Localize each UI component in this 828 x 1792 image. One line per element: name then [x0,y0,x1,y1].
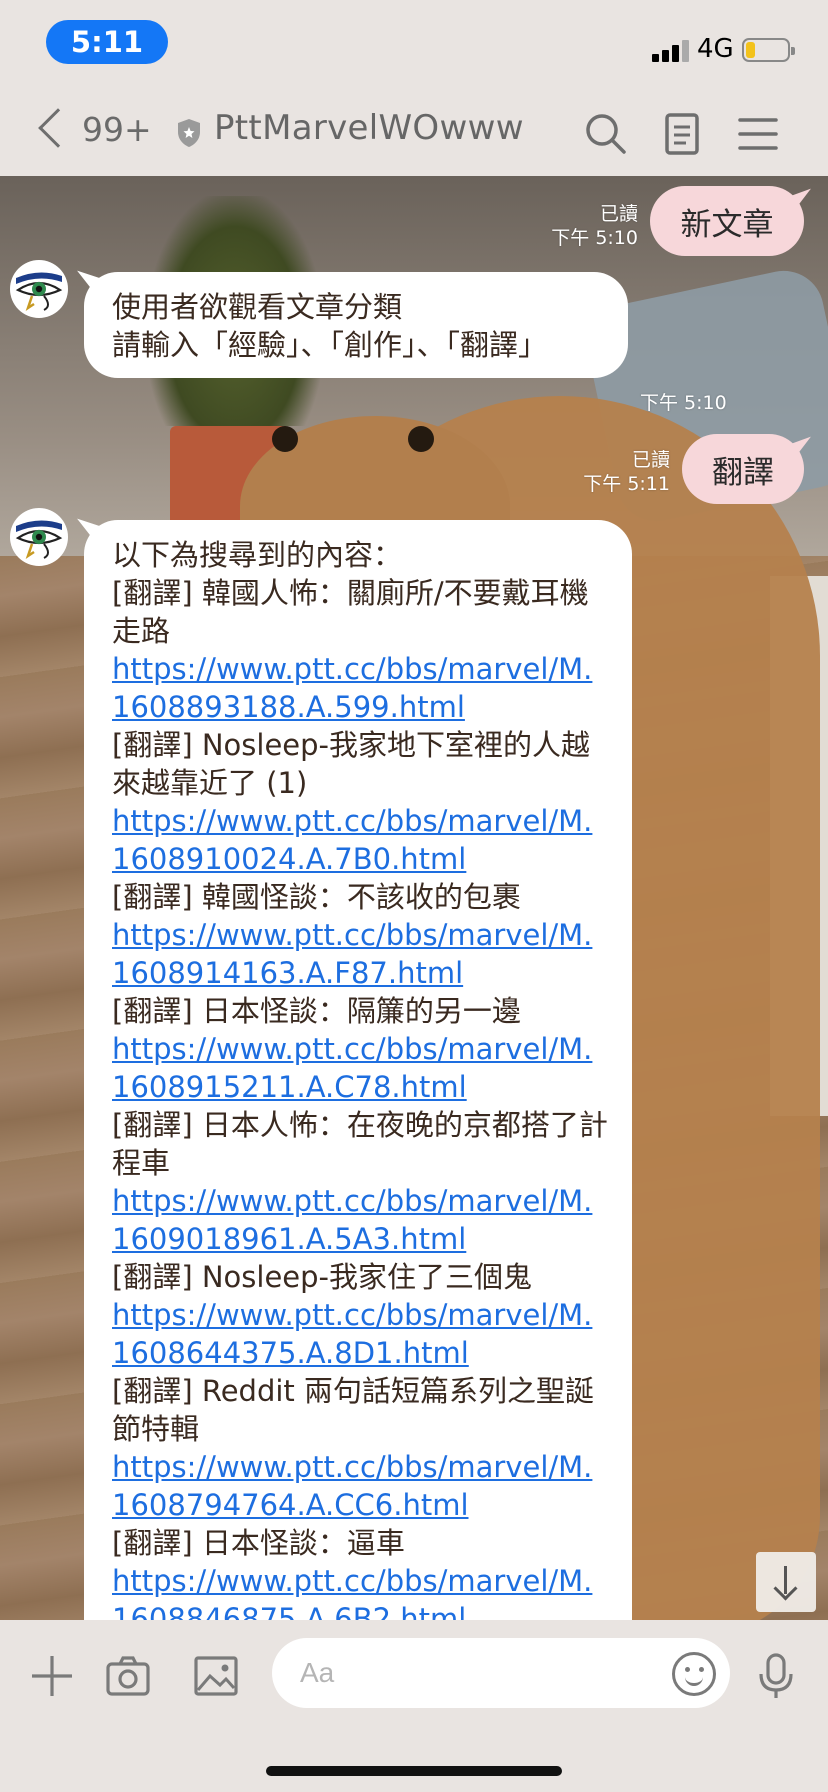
camera-icon[interactable] [104,1652,152,1700]
plus-icon[interactable] [28,1652,76,1700]
result-title: [翻譯] 韓國人怖：關廁所/不要戴耳機走路 [112,576,589,648]
result-link[interactable]: https://www.ptt.cc/bbs/marvel/M.16086443… [112,1296,608,1372]
network-type: 4G [697,34,734,64]
notes-icon[interactable] [658,110,706,158]
shield-icon [178,119,200,147]
result-title: [翻譯] 日本怪談：隔簾的另一邊 [112,994,521,1028]
result-title: [翻譯] 日本怪談：逼車 [112,1526,405,1560]
my-message-bubble[interactable]: 新文章 [650,186,804,256]
home-indicator[interactable] [266,1766,562,1776]
message-input-bar [0,1620,828,1792]
menu-icon[interactable] [734,110,782,158]
unread-count[interactable]: 99+ [82,110,152,149]
chat-area[interactable]: 已讀 下午 5:10 新文章 使用者欲觀看文章分類 請輸入「經驗」、「創作」、「… [0,176,828,1620]
eye-of-horus-icon [15,520,63,560]
message-read-status: 已讀 下午 5:11 [583,449,670,495]
chat-title: PttMarvelWOwww [214,108,524,148]
scroll-to-bottom-button[interactable] [756,1552,816,1612]
chat-header: 99+ PttMarvelWOwww [0,92,828,176]
result-title: [翻譯] Nosleep-我家地下室裡的人越來越靠近了 (1) [112,728,591,800]
status-bar: 5:11 4G [0,0,828,92]
result-link[interactable]: https://www.ptt.cc/bbs/marvel/M.16087947… [112,1448,608,1524]
image-icon[interactable] [192,1652,240,1700]
result-title: [翻譯] Nosleep-我家住了三個鬼 [112,1260,533,1294]
message-time: 下午 5:10 [640,392,727,414]
my-message-bubble[interactable]: 翻譯 [682,434,804,504]
message-read-status: 已讀 下午 5:10 [551,203,638,249]
eye-of-horus-icon [15,272,63,312]
signal-strength-icon [652,38,690,62]
battery-icon [742,38,795,62]
result-link[interactable]: https://www.ptt.cc/bbs/marvel/M.16089152… [112,1030,608,1106]
result-title: [翻譯] 日本人怖：在夜晚的京都搭了計程車 [112,1108,608,1180]
chevron-left-icon[interactable] [38,108,78,148]
result-link[interactable]: https://www.ptt.cc/bbs/marvel/M.16089100… [112,802,608,878]
status-time[interactable]: 5:11 [46,20,168,64]
avatar[interactable] [10,260,68,318]
result-link[interactable]: https://www.ptt.cc/bbs/marvel/M.16088468… [112,1562,608,1620]
message-input[interactable] [272,1638,730,1708]
microphone-icon[interactable] [752,1652,800,1700]
result-title: [翻譯] 韓國怪談：不該收的包裹 [112,880,521,914]
avatar[interactable] [10,508,68,566]
bot-results-bubble[interactable]: 以下為搜尋到的內容： [翻譯] 韓國人怖：關廁所/不要戴耳機走路 https:/… [84,520,632,1620]
results-intro: 以下為搜尋到的內容： [112,538,403,572]
result-link[interactable]: https://www.ptt.cc/bbs/marvel/M.16089141… [112,916,608,992]
emoji-icon[interactable] [672,1652,716,1696]
search-icon[interactable] [582,110,630,158]
result-title: [翻譯] Reddit 兩句話短篇系列之聖誕節特輯 [112,1374,594,1446]
result-link[interactable]: https://www.ptt.cc/bbs/marvel/M.16090189… [112,1182,608,1258]
bot-message-bubble[interactable]: 使用者欲觀看文章分類 請輸入「經驗」、「創作」、「翻譯」 [84,272,628,378]
result-link[interactable]: https://www.ptt.cc/bbs/marvel/M.16088931… [112,650,608,726]
